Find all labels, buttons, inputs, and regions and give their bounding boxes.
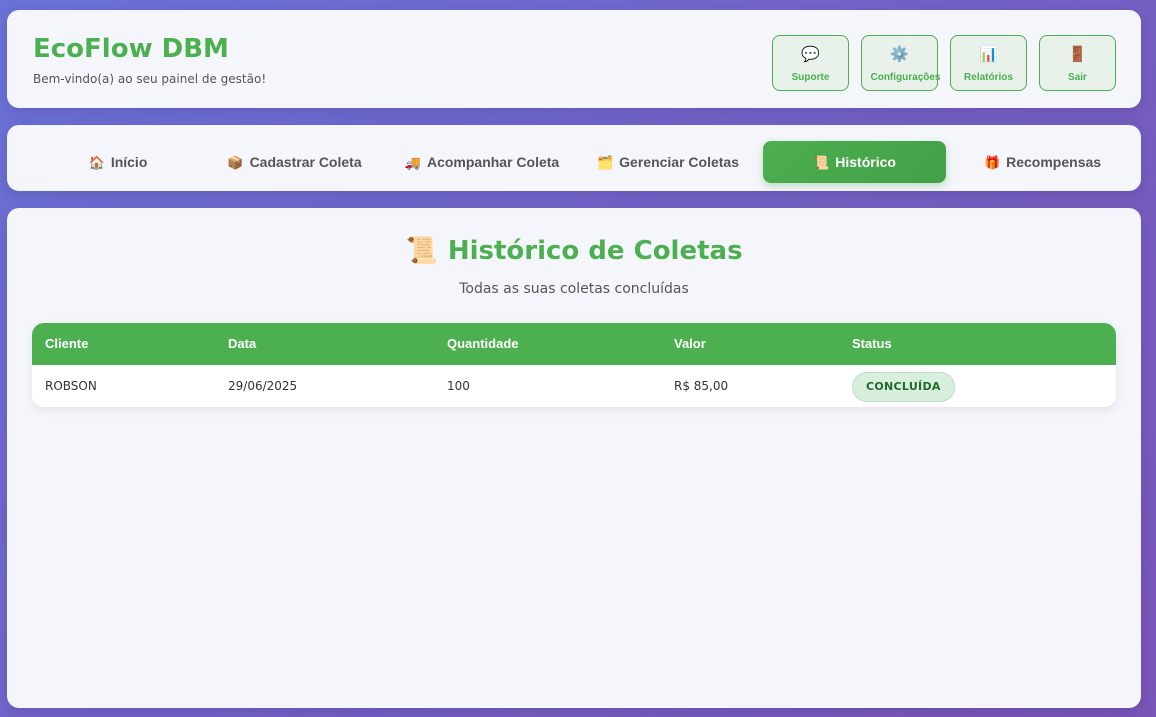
table-row: ROBSON 29/06/2025 100 R$ 85,00 CONCLUÍDA — [32, 365, 1116, 407]
settings-label: Configurações — [870, 72, 941, 83]
tab-cadastrar-coleta[interactable]: 📦 Cadastrar Coleta — [203, 141, 386, 183]
folder-icon: 🗂️ — [596, 155, 614, 170]
cell-cliente: ROBSON — [45, 379, 97, 393]
tab-gerenciar-coletas[interactable]: 🗂️ Gerenciar Coletas — [578, 141, 758, 183]
table-header: Cliente Data Quantidade Valor Status — [32, 323, 1116, 365]
main-navigation: 🏠 Início 📦 Cadastrar Coleta 🚚 Acompanhar Co… — [7, 125, 1141, 191]
reports-button[interactable]: 📊 Relatórios — [950, 35, 1027, 91]
page-subtitle: Todas as suas coletas concluídas — [459, 281, 689, 297]
speech-bubble-icon: 💬 — [801, 46, 820, 63]
column-header-status: Status — [852, 336, 892, 351]
page-title: 📜 Histórico de Coletas — [7, 236, 1141, 266]
column-header-quantidade: Quantidade — [447, 336, 519, 351]
bar-chart-icon: 📊 — [979, 46, 998, 63]
tab-label: Acompanhar Coleta — [426, 154, 560, 170]
support-button[interactable]: 💬 Suporte — [772, 35, 849, 91]
house-icon: 🏠 — [88, 155, 105, 170]
reports-label: Relatórios — [964, 72, 1013, 83]
history-table: Cliente Data Quantidade Valor Status ROB… — [32, 323, 1116, 407]
tab-label: Recompensas — [1006, 154, 1102, 170]
header-panel: EcoFlow DBM Bem-vindo(a) ao seu painel d… — [7, 10, 1141, 108]
page-title-text: Histórico de Coletas — [447, 236, 743, 266]
support-label: Suporte — [791, 72, 830, 83]
scroll-icon: 📜 — [405, 236, 438, 266]
tab-acompanhar-coleta[interactable]: 🚚 Acompanhar Coleta — [386, 141, 578, 183]
scroll-icon: 📜 — [813, 155, 830, 170]
tab-label: Histórico — [835, 154, 896, 170]
truck-icon: 🚚 — [404, 155, 421, 170]
tab-recompensas[interactable]: 🎁 Recompensas — [955, 141, 1130, 183]
column-header-valor: Valor — [674, 336, 706, 351]
tab-label: Cadastrar Coleta — [249, 154, 362, 170]
column-header-cliente: Cliente — [45, 336, 89, 351]
package-icon: 📦 — [227, 155, 244, 170]
door-icon: 🚪 — [1068, 46, 1087, 63]
tab-label: Gerenciar Coletas — [619, 154, 740, 170]
settings-button[interactable]: ⚙️ Configurações — [861, 35, 941, 91]
gift-icon: 🎁 — [983, 155, 1001, 170]
welcome-message: Bem-vindo(a) ao seu painel de gestão! — [33, 72, 267, 86]
column-header-data: Data — [228, 336, 257, 351]
tab-inicio[interactable]: 🏠 Início — [33, 141, 203, 183]
status-badge: CONCLUÍDA — [852, 372, 955, 402]
cell-quantidade: 100 — [447, 379, 470, 393]
logout-button[interactable]: 🚪 Sair — [1039, 35, 1116, 91]
tab-label: Início — [110, 154, 148, 170]
app-title: EcoFlow DBM — [33, 34, 229, 64]
gear-icon: ⚙️ — [890, 46, 909, 63]
history-panel: 📜 Histórico de Coletas Todas as suas cole… — [7, 208, 1141, 708]
tab-historico[interactable]: 📜 Histórico — [763, 141, 946, 183]
cell-valor: R$ 85,00 — [674, 379, 729, 393]
logout-label: Sair — [1068, 72, 1087, 83]
cell-data: 29/06/2025 — [228, 379, 298, 393]
